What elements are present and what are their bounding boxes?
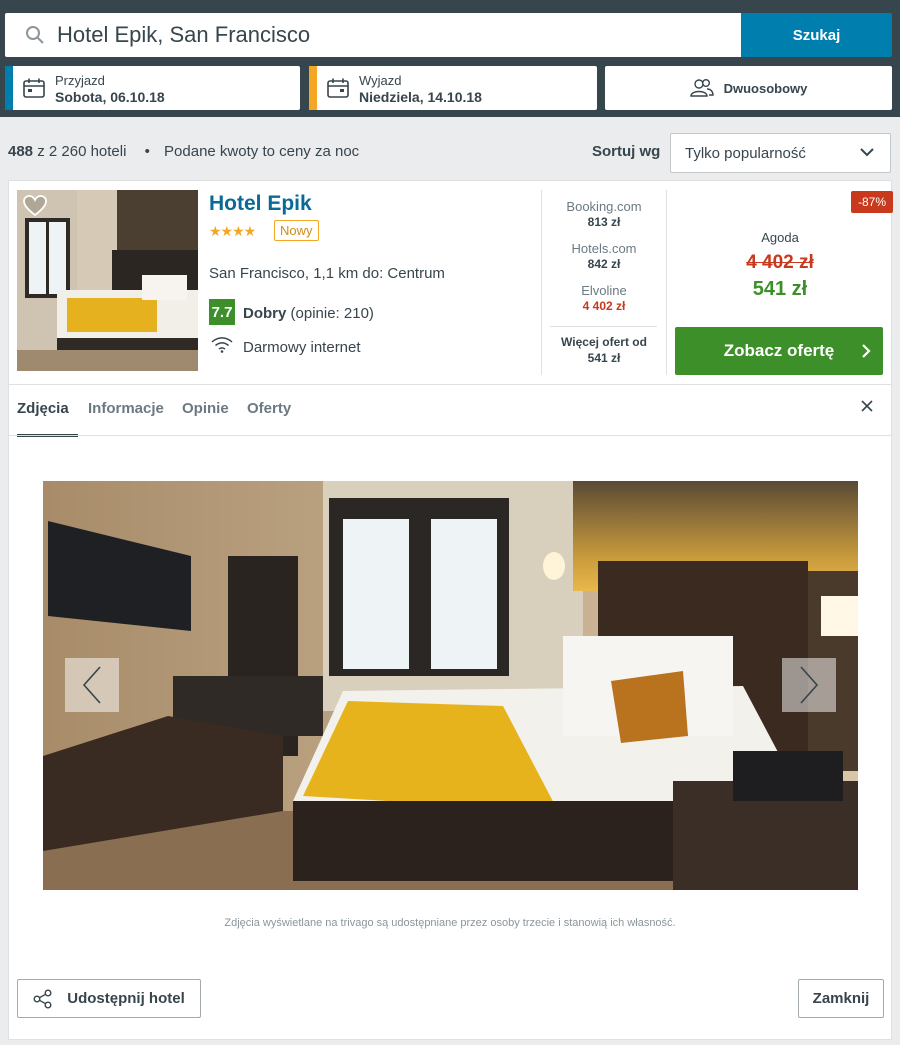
provider-offer-hotels[interactable]: Hotels.com 842 zł [542,241,666,271]
rating-score[interactable]: 7.7 [209,299,235,325]
room-type-label: Dwuosobowy [723,80,808,96]
photo-disclaimer: Zdjęcia wyświetlane na trivago są udostę… [224,917,676,929]
rating-summary[interactable]: Dobry (opinie: 210) [243,305,374,322]
results-total: z 2 260 hoteli [37,143,127,160]
new-badge: Nowy [274,220,319,241]
close-icon[interactable] [861,400,873,412]
view-deal-label: Zobacz ofertę [723,341,835,360]
checkout-field[interactable]: Wyjazd Niedziela, 14.10.18 [309,66,597,110]
amenity-wifi: Darmowy internet [243,339,361,356]
chevron-down-icon [860,148,874,157]
chevron-right-icon [862,344,871,358]
sort-value: Tylko popularność [685,144,806,162]
top-search-bar: Szukaj Przyjazd Sobota, 06.10.18 Wyjazd … [0,0,900,117]
provider-price: 842 zł [587,257,621,271]
tab-reviews[interactable]: Opinie [182,385,229,437]
tab-offers[interactable]: Oferty [247,385,291,437]
provider-price: 4 402 zł [582,299,626,313]
provider-price: 813 zł [587,215,621,229]
more-offers-price: 541 zł [587,351,621,365]
chevron-left-icon [82,666,101,704]
search-box[interactable] [5,13,741,57]
price-note: Podane kwoty to ceny za noc [164,143,360,160]
detail-tabs: Zdjęcia Informacje Opinie Oferty [9,385,891,437]
hotel-room-large-photo [43,481,858,890]
checkin-label: Przyjazd [55,73,105,88]
old-price: 4 402 zł [746,252,814,273]
results-summary: 488 z 2 260 hoteli • Podane kwoty to cen… [8,143,359,160]
discount-badge: -87% [851,191,894,213]
more-offers-label: Więcej ofert od [561,335,647,349]
hotel-location[interactable]: San Francisco, 1,1 km do: Centrum [209,265,445,282]
share-hotel-label: Udostępnij hotel [67,990,185,1007]
chevron-right-icon [800,666,819,704]
tab-photos[interactable]: Zdjęcia [17,385,78,437]
provider-name: Booking.com [566,199,642,214]
checkin-value: Sobota, 06.10.18 [55,89,165,105]
deal-price: 541 zł [752,278,808,300]
provider-offer-elvoline[interactable]: Elvoline 4 402 zł [542,283,666,313]
photo-gallery[interactable] [43,481,858,890]
room-type-selector[interactable]: Dwuosobowy [605,66,892,110]
hotel-card: Hotel Epik ★★★★ Nowy San Francisco, 1,1 … [8,180,894,1040]
star-rating: ★★★★ [209,223,256,239]
gallery-prev-button[interactable] [65,658,119,712]
view-deal-button[interactable]: Zobacz ofertę [675,327,883,375]
search-input[interactable] [57,13,727,57]
users-icon [689,79,714,97]
hotel-room-photo [17,190,198,371]
search-icon [26,26,44,44]
checkin-accent [5,66,13,110]
hotel-thumbnail[interactable] [17,190,198,371]
divider [9,435,891,436]
hotel-name[interactable]: Hotel Epik [209,192,312,216]
more-offers-link[interactable]: Więcej ofert od 541 zł [542,334,666,366]
provider-name: Elvoline [581,283,627,298]
search-button[interactable]: Szukaj [741,13,892,57]
close-button[interactable]: Zamknij [798,979,884,1018]
rating-word: Dobry [243,305,287,322]
sort-label: Sortuj wg [592,143,661,160]
checkout-value: Niedziela, 14.10.18 [359,89,482,105]
calendar-icon [23,78,45,98]
rating-count: (opinie: 210) [290,305,374,322]
sort-dropdown[interactable]: Tylko popularność [670,133,891,173]
checkin-field[interactable]: Przyjazd Sobota, 06.10.18 [5,66,300,110]
divider [550,326,657,327]
checkout-label: Wyjazd [359,73,402,88]
heart-icon[interactable] [23,195,47,217]
checkout-accent [309,66,317,110]
gallery-next-button[interactable] [782,658,836,712]
tab-info[interactable]: Informacje [88,385,164,437]
results-count: 488 [8,143,34,160]
provider-name: Hotels.com [571,241,637,256]
share-hotel-button[interactable]: Udostępnij hotel [17,979,201,1018]
share-icon [33,989,52,1008]
separator-dot: • [144,143,150,160]
provider-offer-booking[interactable]: Booking.com 813 zł [542,199,666,229]
calendar-icon [327,78,349,98]
wifi-icon [211,337,233,353]
deal-provider: Agoda [761,230,799,245]
